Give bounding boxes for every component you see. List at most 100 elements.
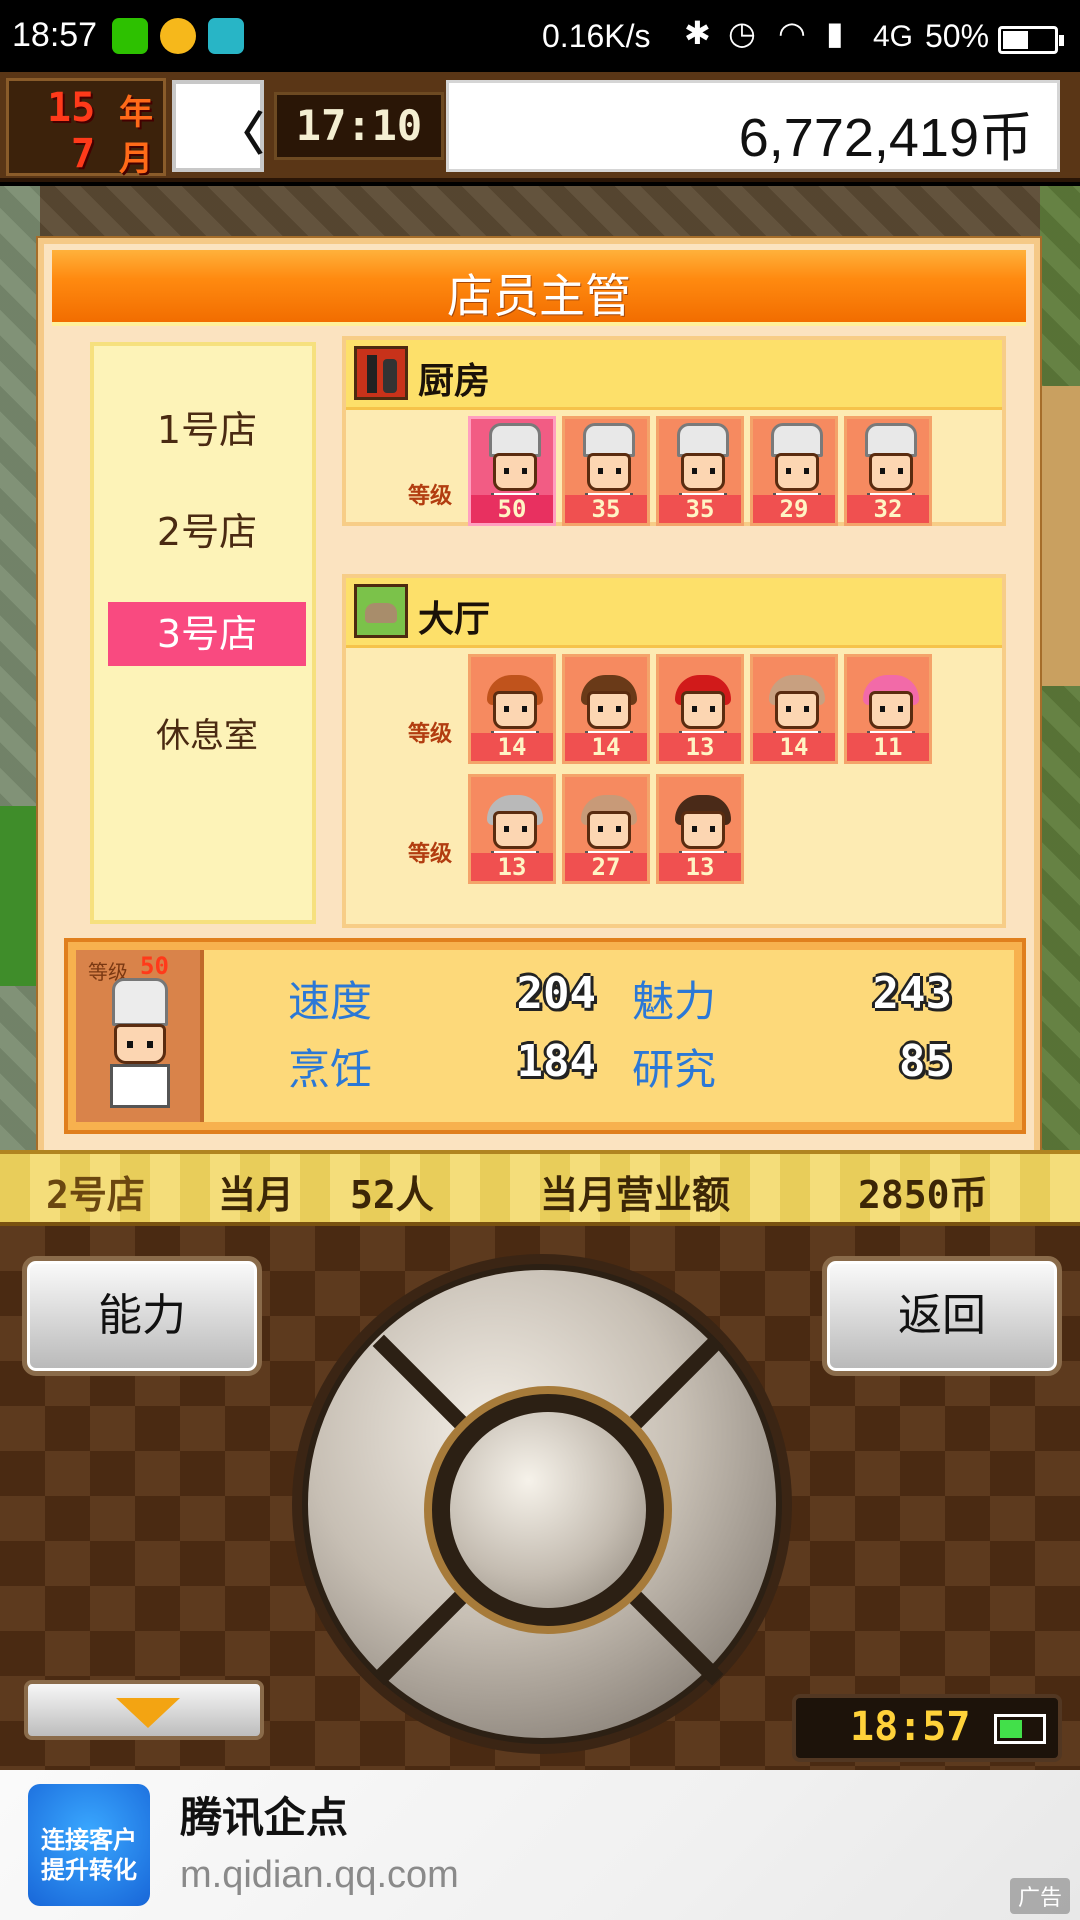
ad-title[interactable]: 腾讯企点 [180,1784,348,1845]
staff-level: 13 [659,853,741,881]
staff-level: 11 [847,733,929,761]
stat-speed-label: 速度 [288,977,373,1026]
stat-speed-value: 204 [516,968,596,1019]
staff-face [681,453,725,491]
arrow-down-icon [116,1698,180,1728]
store-item-2[interactable]: 2号店 [108,500,306,564]
stat-research-label: 研究 [632,1045,717,1094]
qidian-logo: 连接客户 提升转化 [28,1784,150,1906]
staff-level: 35 [565,495,647,523]
staff-level: 14 [565,733,647,761]
signal-icon: ▮ [826,15,844,51]
stat-cooking-label: 烹饪 [288,1045,373,1094]
back-button[interactable]: 返回 [822,1256,1062,1376]
ability-button[interactable]: 能力 [22,1256,262,1376]
year-number: 15 [47,85,96,131]
dpad-center-button[interactable] [450,1412,646,1608]
chef-hat-icon [583,423,635,457]
store-status-strip: 2号店 当月 52人 当月营业额 2850币 [0,1150,1080,1226]
kitchen-staff-4[interactable]: 29 [750,416,838,526]
battery-icon [994,1714,1046,1744]
scan-icon [208,18,244,54]
system-status-bar: 18:57 0.16K/s ✱ ◷ ◠ ▮ 4G 50% [0,0,1080,72]
store-item-3[interactable]: 3号店 [108,602,306,666]
kitchen-staff-2[interactable]: 35 [562,416,650,526]
ad-logo-line2: 提升转化 [41,1856,137,1884]
staff-face [681,691,725,729]
battery-icon [998,26,1064,54]
staff-face [587,811,631,849]
kitchen-staff-5[interactable]: 32 [844,416,932,526]
hall-staff-8[interactable]: 13 [656,774,744,884]
dish-icon [354,584,408,638]
battery-percent: 50% [925,18,990,54]
kitchen-icon [354,346,408,400]
wechat-icon [112,18,148,54]
strip-month: 当月 [218,1173,295,1217]
plus-icon [160,18,196,54]
device-clock: 18:57 [792,1694,1062,1762]
hall-staff-1[interactable]: 14 [468,654,556,764]
ad-banner[interactable]: 连接客户 提升转化 腾讯企点 m.qidian.qq.com 广告 [0,1770,1080,1920]
money-display: 6,772,419币 [446,80,1060,172]
staff-manager-dialog: 店员主管 1号店 2号店 3号店 休息室 厨房 等级 50 35 35 29 3… [38,238,1040,1170]
staff-detail-panel: 等级 50 速度 204 魅力 243 烹饪 184 研究 85 [64,938,1026,1134]
staff-face [493,691,537,729]
dpad [292,1254,792,1754]
bluetooth-icon: ✱ [684,15,711,51]
store-item-1[interactable]: 1号店 [108,398,306,462]
kitchen-staff-1[interactable]: 50 [468,416,556,526]
hall-staff-5[interactable]: 11 [844,654,932,764]
expand-menu-button[interactable] [24,1680,264,1740]
ad-tag: 广告 [1009,1878,1070,1914]
staff-face [493,811,537,849]
staff-face [114,1024,166,1064]
staff-level: 13 [471,853,553,881]
money-amount: 6,772,419币 [738,108,1033,168]
chef-hat-icon [677,423,729,457]
hall-staff-3[interactable]: 13 [656,654,744,764]
network-type: 4G [873,20,914,53]
grade-label: 等级 [408,722,453,747]
kitchen-label: 厨房 [418,361,491,402]
device-clock-time: 18:57 [850,1704,971,1750]
hall-staff-7[interactable]: 27 [562,774,650,884]
hall-staff-4[interactable]: 14 [750,654,838,764]
staff-level: 14 [753,733,835,761]
game-top-bar: 15 年 7 月 〈 17:10 6,772,419币 [0,72,1080,182]
staff-face [587,453,631,491]
hall-staff-6[interactable]: 13 [468,774,556,884]
grade-label: 等级 [408,484,453,509]
staff-face [869,453,913,491]
ad-url[interactable]: m.qidian.qq.com [180,1854,459,1897]
strip-visitors: 52人 [350,1173,434,1217]
strip-revenue-label: 当月营业额 [540,1173,731,1217]
net-speed: 0.16K/s [542,18,651,54]
shop-decoration [1040,386,1080,686]
game-date: 15 年 7 月 [6,78,166,179]
strip-revenue: 2850币 [858,1173,988,1217]
chef-hat-icon [771,423,823,457]
hall-staff-2[interactable]: 14 [562,654,650,764]
kitchen-header: 厨房 [346,340,1002,410]
status-time: 18:57 [12,16,98,54]
staff-level: 50 [471,495,553,523]
staff-level: 27 [565,853,647,881]
tree-decoration [0,806,40,986]
store-item-lounge[interactable]: 休息室 [108,704,306,768]
controller-area: 能力 返回 18:57 [0,1226,1080,1770]
kitchen-staff-3[interactable]: 35 [656,416,744,526]
staff-face [775,453,819,491]
staff-level: 29 [753,495,835,523]
staff-level: 13 [659,733,741,761]
month-unit: 月 [119,139,153,179]
alarm-icon: ◷ [728,15,756,51]
clock-icon: 〈 [172,80,264,172]
stat-cooking-value: 184 [516,1036,596,1087]
dialog-title: 店员主管 [447,269,631,323]
dpad-outer[interactable] [302,1264,782,1744]
clock-hand: 〈 [218,107,264,161]
staff-face [587,691,631,729]
staff-portrait: 等级 50 [76,950,204,1122]
staff-level: 14 [471,733,553,761]
